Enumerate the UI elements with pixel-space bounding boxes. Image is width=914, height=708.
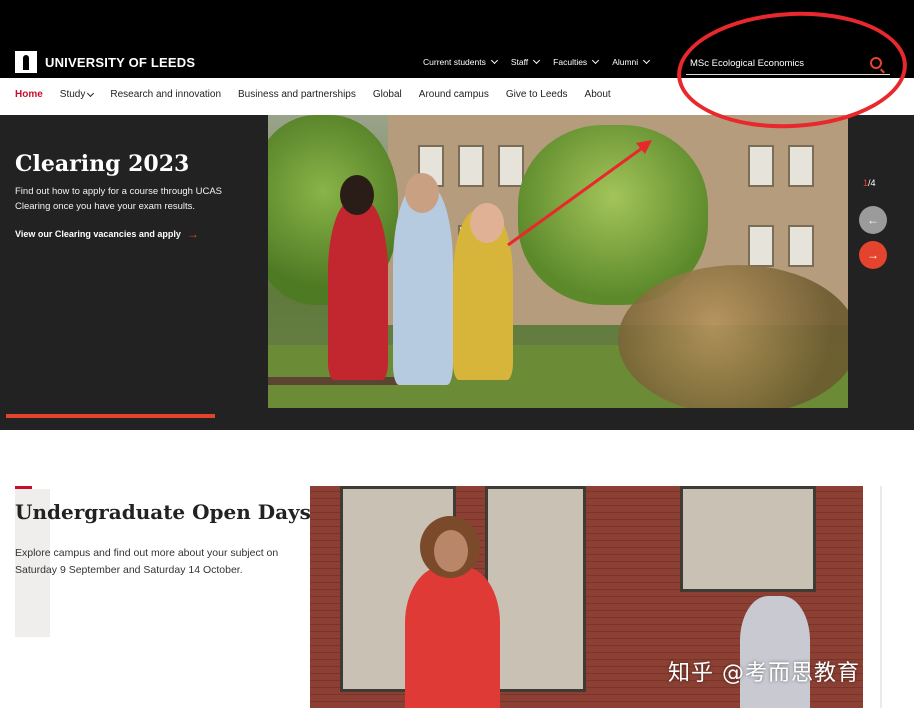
top-nav-staff[interactable]: Staff bbox=[511, 56, 541, 67]
open-days-title[interactable]: Undergraduate Open Days bbox=[15, 500, 311, 524]
hero-description: Find out how to apply for a course throu… bbox=[15, 186, 223, 212]
slide-counter: 1/4 bbox=[863, 178, 876, 188]
arrow-right-icon: → bbox=[186, 227, 199, 241]
top-nav-faculties[interactable]: Faculties bbox=[553, 56, 600, 67]
arrow-right-icon: → bbox=[867, 248, 879, 262]
hero-title: Clearing 2023 bbox=[15, 151, 190, 177]
nav-item-around-campus[interactable]: Around campus bbox=[419, 89, 489, 100]
watermark-text: 知乎 @考而思教育 bbox=[668, 661, 860, 686]
top-nav: Current students Staff Faculties Alumni bbox=[423, 56, 651, 67]
logo-icon bbox=[15, 51, 37, 73]
nav-item-study[interactable]: Study bbox=[60, 89, 95, 100]
hero-photo-students bbox=[268, 115, 848, 408]
top-nav-alumni[interactable]: Alumni bbox=[612, 56, 651, 67]
carousel-next-button[interactable]: → bbox=[859, 241, 887, 269]
nav-item-give[interactable]: Give to Leeds bbox=[506, 89, 568, 100]
top-nav-current-students[interactable]: Current students bbox=[423, 56, 498, 67]
nav-item-business[interactable]: Business and partnerships bbox=[238, 89, 356, 100]
section-accent-line bbox=[15, 486, 32, 489]
hero-cta-link[interactable]: View our Clearing vacancies and apply → bbox=[15, 227, 199, 241]
hero-carousel: Clearing 2023 Find out how to apply for … bbox=[0, 115, 914, 430]
nav-item-global[interactable]: Global bbox=[373, 89, 402, 100]
chevron-down-icon bbox=[643, 56, 651, 65]
chevron-down-icon bbox=[490, 56, 498, 65]
chevron-down-icon bbox=[592, 56, 600, 65]
chevron-down-icon bbox=[87, 89, 95, 97]
nav-item-about[interactable]: About bbox=[585, 89, 611, 100]
divider bbox=[880, 486, 882, 708]
arrow-left-icon: ← bbox=[867, 213, 879, 227]
university-logo[interactable]: UNIVERSITY OF LEEDS bbox=[15, 51, 195, 73]
logo-text: UNIVERSITY OF LEEDS bbox=[45, 54, 196, 70]
nav-item-home[interactable]: Home bbox=[15, 89, 43, 100]
carousel-progress-bar bbox=[6, 414, 215, 418]
chevron-down-icon bbox=[533, 56, 541, 65]
open-days-description: Explore campus and find out more about y… bbox=[15, 547, 279, 576]
carousel-prev-button[interactable]: ← bbox=[859, 206, 887, 234]
nav-item-research[interactable]: Research and innovation bbox=[110, 89, 221, 100]
